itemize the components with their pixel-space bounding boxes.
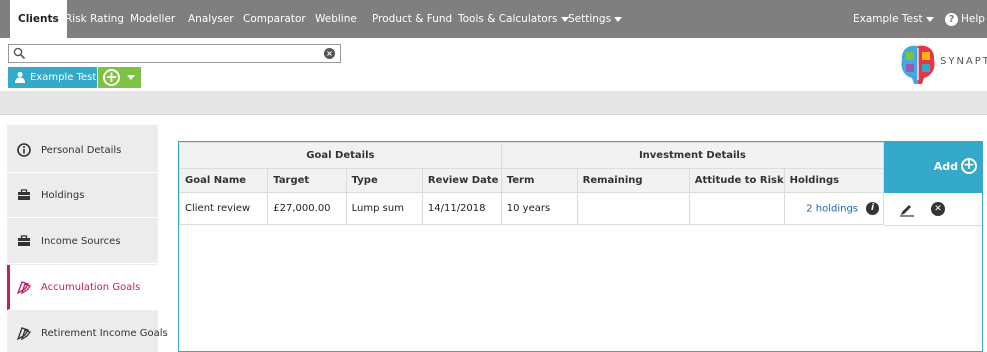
sidebar-item-retirement-income-goals[interactable]: Retirement Income Goals: [7, 311, 168, 352]
column-header: Target: [267, 168, 347, 193]
column-header: Attitude to Risk: [688, 168, 785, 193]
goal-details-header: Goal Details: [179, 142, 502, 169]
add-client-button[interactable]: +: [98, 67, 141, 88]
briefcase-icon: [18, 235, 30, 246]
briefcase-icon: [18, 189, 30, 200]
sidebar-item-label: Income Sources: [41, 236, 121, 247]
tab-webline[interactable]: Webline: [315, 0, 357, 38]
sidebar-item-holdings[interactable]: Holdings: [7, 173, 158, 218]
delete-icon[interactable]: ✕: [931, 202, 945, 216]
tab-settings-label: Settings: [568, 13, 612, 25]
sidebar-item-label: Personal Details: [41, 145, 122, 156]
remaining-cell: [576, 192, 690, 225]
goals-table: Goal Details Investment Details Goal Nam…: [178, 142, 885, 225]
type-cell: Lump sum: [345, 192, 423, 225]
holdings-cell: 2 holdings i: [783, 192, 885, 225]
goals-panel: Goal Details Investment Details Goal Nam…: [178, 141, 983, 352]
sidebar-item-accumulation-goals[interactable]: Accumulation Goals: [7, 265, 158, 310]
help-menu-label: Help: [961, 13, 985, 25]
plus-circle-icon: +: [961, 158, 977, 174]
clear-search-icon[interactable]: ×: [324, 48, 335, 59]
info-icon[interactable]: i: [866, 202, 879, 215]
flags-icon: [17, 327, 31, 340]
chevron-down-icon: [925, 16, 934, 22]
column-header: Term: [500, 168, 578, 193]
synaptic-logo: [901, 45, 935, 84]
logo-text: SYNAPTI: [940, 56, 987, 67]
target-cell: £27,000.00: [267, 192, 347, 225]
current-client-button[interactable]: Example Test: [8, 67, 97, 88]
table-row: Client review £27,000.00 Lump sum 14/11/…: [178, 192, 885, 225]
tab-risk-rating[interactable]: Risk Rating: [65, 0, 124, 38]
term-cell: 10 years: [500, 192, 578, 225]
investment-details-header: Investment Details: [500, 142, 885, 169]
attitude-cell: [688, 192, 785, 225]
tab-comparator[interactable]: Comparator: [243, 0, 306, 38]
top-nav: Clients Risk Rating Modeller Analyser Co…: [0, 0, 987, 38]
plus-circle-icon: +: [103, 69, 120, 86]
add-goal-label: Add: [933, 160, 958, 173]
tab-analyser[interactable]: Analyser: [188, 0, 234, 38]
client-name: Example Test: [30, 72, 97, 83]
holdings-link[interactable]: 2 holdings: [806, 204, 858, 215]
sidebar-item-personal-details[interactable]: Personal Details: [7, 128, 158, 173]
user-menu-label: Example Test: [853, 13, 923, 25]
column-header: Review Date: [421, 168, 502, 193]
tab-settings[interactable]: Settings: [568, 0, 623, 38]
chevron-down-icon: [127, 75, 135, 80]
sidebar-item-income-sources[interactable]: Income Sources: [7, 219, 158, 264]
sidebar-item-label: Retirement Income Goals: [41, 328, 168, 339]
flags-icon: [17, 281, 31, 294]
help-menu[interactable]: ? Help: [945, 0, 987, 38]
tab-clients[interactable]: Clients: [10, 0, 67, 38]
person-icon: [15, 71, 25, 83]
review-date-cell: 14/11/2018: [421, 192, 502, 225]
sidebar-item-label: Holdings: [41, 190, 85, 201]
toolbar-band: [0, 91, 987, 115]
search-input[interactable]: [29, 46, 319, 61]
tab-tools-label: Tools & Calculators: [458, 13, 558, 25]
tab-modeller[interactable]: Modeller: [130, 0, 175, 38]
chevron-down-icon: [614, 16, 623, 22]
column-header: Goal Name: [178, 168, 269, 193]
sidebar-item-label: Accumulation Goals: [41, 282, 141, 293]
sidebar: Personal Details Holdings Income Sources…: [7, 125, 168, 352]
user-menu[interactable]: Example Test: [853, 0, 934, 38]
info-icon: [17, 143, 31, 157]
column-header: Type: [345, 168, 423, 193]
help-icon: ?: [945, 12, 958, 26]
tab-tools-calculators[interactable]: Tools & Calculators: [458, 0, 569, 38]
goal-name-cell: Client review: [178, 192, 269, 225]
search-icon: [13, 47, 26, 60]
edit-icon[interactable]: [899, 201, 915, 217]
column-header: Holdings: [783, 168, 885, 193]
add-goal-button[interactable]: Add +: [884, 142, 982, 193]
client-search: ×: [8, 44, 341, 63]
column-header: Remaining: [576, 168, 690, 193]
row-actions: ✕: [884, 193, 982, 226]
tab-product-fund[interactable]: Product & Fund: [372, 0, 452, 38]
